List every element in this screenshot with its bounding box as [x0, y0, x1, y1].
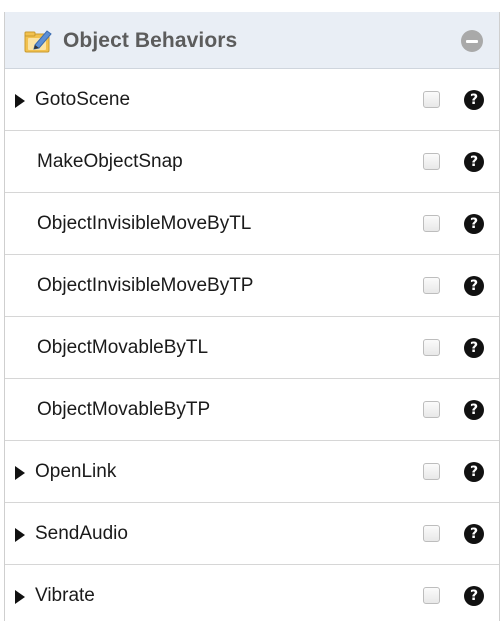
behavior-row[interactable]: SendAudio?	[5, 503, 499, 565]
behavior-row[interactable]: OpenLink?	[5, 441, 499, 503]
help-icon[interactable]: ?	[464, 90, 484, 110]
behavior-label: Vibrate	[35, 585, 95, 606]
object-behaviors-panel: Object Behaviors GotoScene? MakeObjectSna…	[4, 12, 500, 627]
help-icon[interactable]: ?	[464, 400, 484, 420]
help-icon[interactable]: ?	[464, 276, 484, 296]
expand-arrow-icon[interactable]	[15, 528, 25, 542]
help-icon[interactable]: ?	[464, 152, 484, 172]
behavior-checkbox[interactable]	[423, 153, 440, 170]
behavior-label: GotoScene	[35, 89, 131, 110]
edit-folder-icon	[24, 30, 52, 53]
panel-title: Object Behaviors	[63, 29, 238, 52]
behavior-row[interactable]: ObjectInvisibleMoveByTL?	[5, 193, 499, 255]
behavior-checkbox[interactable]	[423, 587, 440, 604]
expand-arrow-icon[interactable]	[15, 94, 25, 108]
help-icon[interactable]: ?	[464, 338, 484, 358]
behavior-row[interactable]: ObjectMovableByTL?	[5, 317, 499, 379]
behavior-row[interactable]: GotoScene?	[5, 69, 499, 131]
behavior-label: ObjectInvisibleMoveByTP	[37, 275, 254, 296]
help-icon[interactable]: ?	[464, 586, 484, 606]
behavior-row[interactable]: ObjectInvisibleMoveByTP?	[5, 255, 499, 317]
behavior-label: MakeObjectSnap	[37, 151, 183, 172]
behavior-row[interactable]: Vibrate?	[5, 565, 499, 627]
behavior-checkbox[interactable]	[423, 339, 440, 356]
panel-header[interactable]: Object Behaviors	[5, 12, 499, 69]
behavior-label: OpenLink	[35, 461, 117, 482]
behavior-checkbox[interactable]	[423, 463, 440, 480]
behavior-checkbox[interactable]	[423, 277, 440, 294]
behavior-checkbox[interactable]	[423, 525, 440, 542]
behavior-label: SendAudio	[35, 523, 128, 544]
behavior-checkbox[interactable]	[423, 215, 440, 232]
expand-arrow-icon[interactable]	[15, 590, 25, 604]
help-icon[interactable]: ?	[464, 462, 484, 482]
behavior-row[interactable]: ObjectMovableByTP?	[5, 379, 499, 441]
expand-arrow-icon[interactable]	[15, 466, 25, 480]
help-icon[interactable]: ?	[464, 214, 484, 234]
behavior-label: ObjectMovableByTL	[37, 337, 209, 358]
collapse-button[interactable]	[461, 30, 483, 52]
behavior-row[interactable]: MakeObjectSnap?	[5, 131, 499, 193]
behavior-label: ObjectMovableByTP	[37, 399, 211, 420]
help-icon[interactable]: ?	[464, 524, 484, 544]
behavior-checkbox[interactable]	[423, 401, 440, 418]
behavior-label: ObjectInvisibleMoveByTL	[37, 213, 252, 234]
behavior-checkbox[interactable]	[423, 91, 440, 108]
